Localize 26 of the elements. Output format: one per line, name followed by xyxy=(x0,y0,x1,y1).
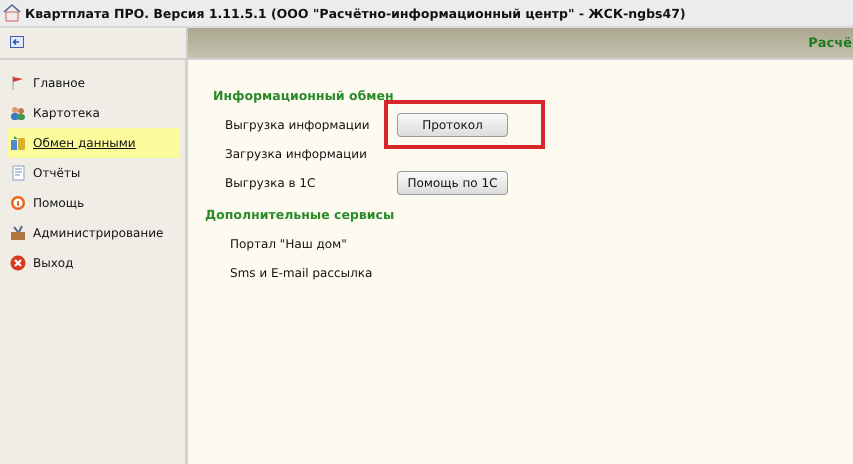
sidebar-item[interactable]: Картотека xyxy=(7,98,180,128)
sidebar-item[interactable]: Обмен данными xyxy=(7,128,180,158)
close-icon xyxy=(10,255,26,271)
document-icon xyxy=(10,165,26,181)
toolbox-icon xyxy=(10,225,26,241)
sidebar-item[interactable]: Главное xyxy=(7,68,180,98)
action-button[interactable]: Протокол xyxy=(397,112,508,136)
section-heading: Дополнительные сервисы xyxy=(205,207,396,224)
sidebar-item[interactable]: Отчёты xyxy=(7,158,180,188)
action-link[interactable]: Загрузка информации xyxy=(225,146,397,160)
action-link[interactable]: Выгрузка в 1С xyxy=(225,176,397,190)
info-icon xyxy=(10,195,26,211)
action-link[interactable]: Выгрузка информации xyxy=(225,118,397,132)
people-icon xyxy=(10,105,26,121)
house-logo-icon xyxy=(3,4,21,22)
action-button[interactable]: Помощь по 1С xyxy=(397,170,508,194)
window-title: Квартплата ПРО. Версия 1.11.5.1 (ООО "Расчётно-информационный центр" - ЖСК-ngbs47) xyxy=(25,6,686,20)
collapse-panel-button[interactable] xyxy=(10,36,26,50)
section-heading: Информационный обмен xyxy=(213,88,395,105)
sidebar-item[interactable]: Выход xyxy=(7,248,180,278)
database-icon xyxy=(10,135,26,151)
sidebar-item[interactable]: Администрирование xyxy=(7,218,180,248)
sidebar-item[interactable]: Помощь xyxy=(7,188,180,218)
action-link[interactable]: Sms и E-mail рассылка xyxy=(230,266,402,280)
action-link[interactable]: Портал "Наш дом" xyxy=(230,236,402,250)
header-caption: Расчё xyxy=(808,36,853,50)
